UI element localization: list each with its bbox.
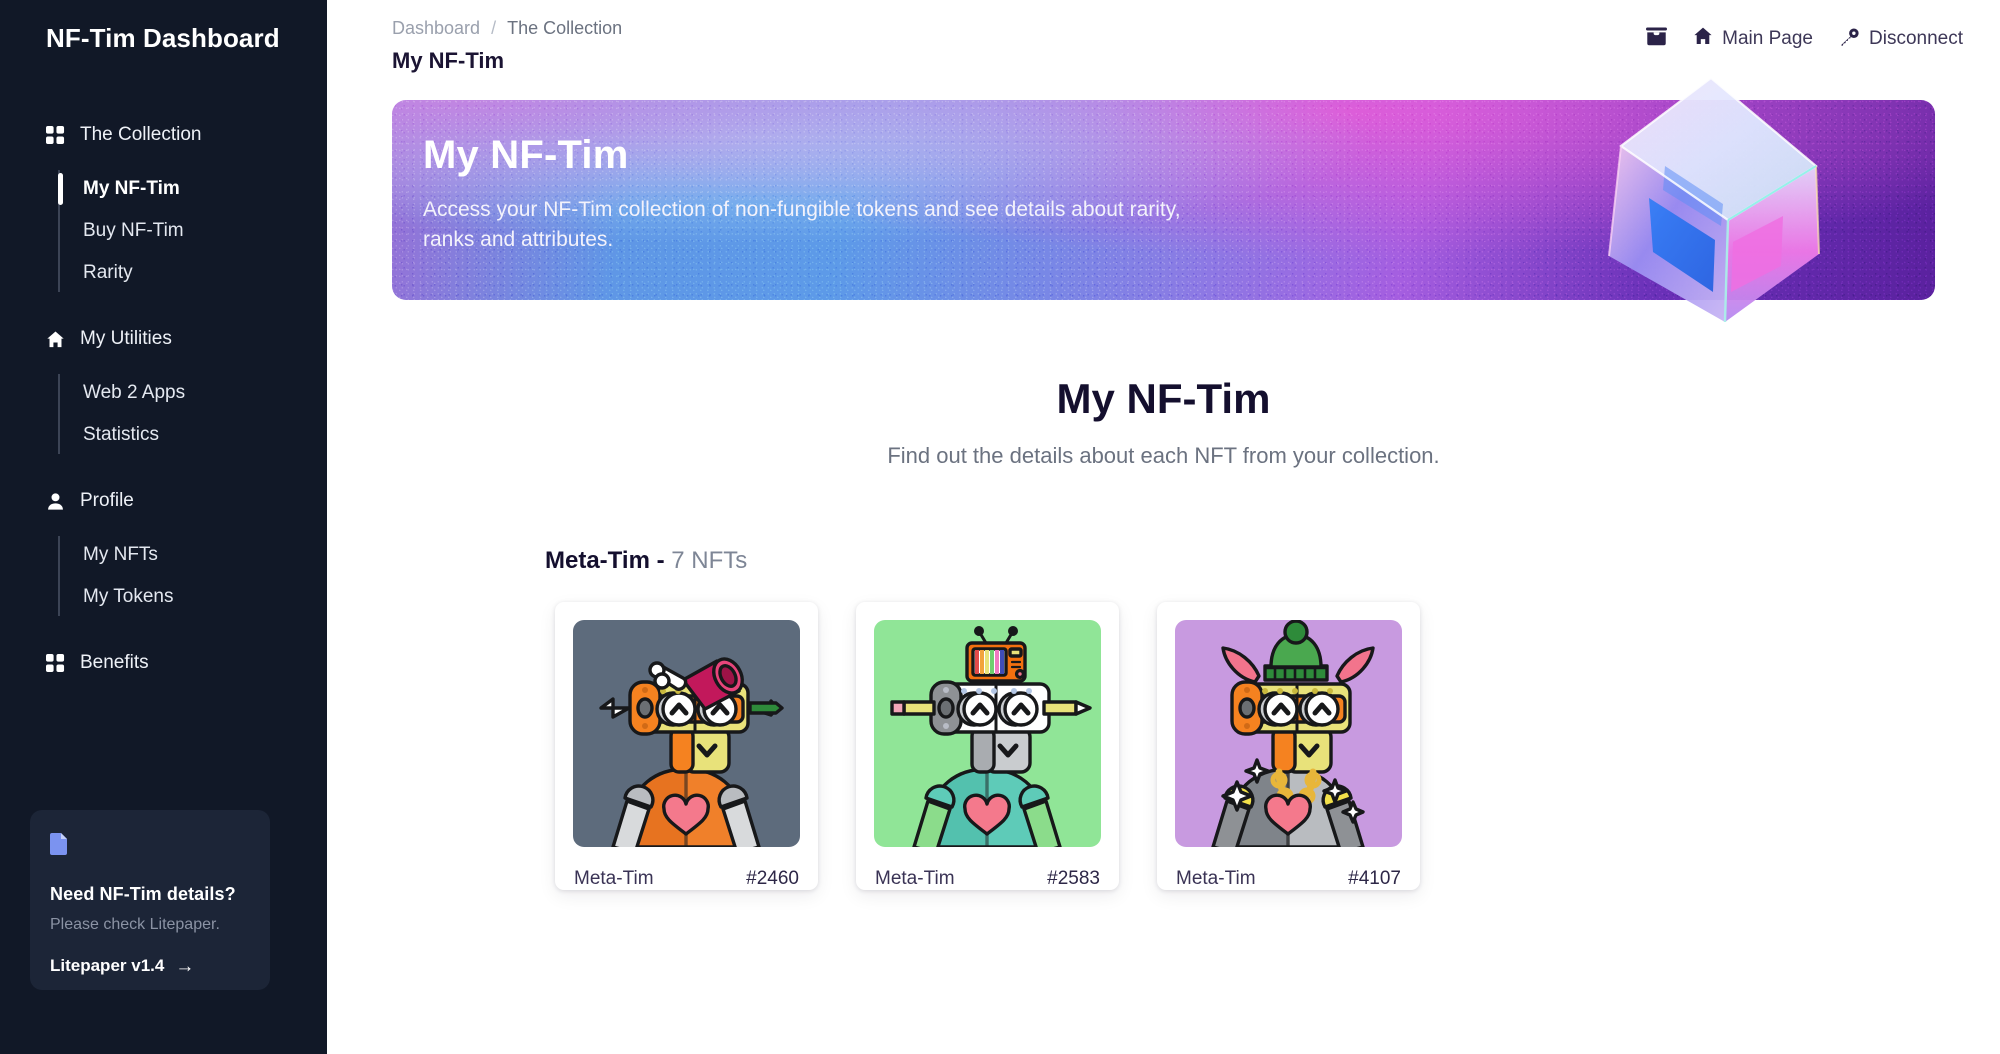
- sidebar-item-the-collection[interactable]: The Collection: [0, 120, 327, 150]
- hero-description: Access your NF-Tim collection of non-fun…: [423, 198, 1181, 252]
- nft-thumbnail: [874, 620, 1101, 847]
- breadcrumb-current[interactable]: The Collection: [507, 18, 622, 39]
- litepaper-subtitle: Please check Litepaper.: [50, 916, 220, 933]
- sidebar-item-my-tokens[interactable]: My Tokens: [83, 576, 327, 618]
- disconnect-label: Disconnect: [1869, 28, 1963, 49]
- section-title: My NF-Tim: [1056, 375, 1271, 422]
- sidebar-subitem-label: Web 2 Apps: [83, 382, 186, 403]
- subnav-the-collection: My NF-Tim Buy NF-Tim Rarity: [0, 168, 327, 294]
- sidebar-subitem-label: My NFTs: [83, 544, 158, 565]
- sidebar-subitem-label: Statistics: [83, 424, 160, 445]
- nft-id: #2583: [1047, 868, 1100, 889]
- home-icon: [1693, 26, 1713, 52]
- key-icon: [1839, 27, 1860, 52]
- litepaper-title: Need NF-Tim details?: [50, 884, 236, 904]
- main-page-button[interactable]: Main Page: [1693, 26, 1813, 52]
- sidebar-item-label: Benefits: [80, 652, 149, 673]
- sidebar-item-my-utilities[interactable]: My Utilities: [0, 324, 327, 354]
- nft-card[interactable]: Meta-Tim #2583: [856, 602, 1119, 890]
- grid-icon: [46, 653, 65, 673]
- litepaper-card[interactable]: Need NF-Tim details? Please check Litepa…: [30, 810, 270, 990]
- sidebar-item-benefits[interactable]: Benefits: [0, 648, 327, 678]
- archive-icon: [1646, 26, 1668, 52]
- breadcrumb-separator: /: [491, 18, 497, 38]
- sidebar-item-web-2-apps[interactable]: Web 2 Apps: [83, 372, 327, 414]
- sidebar-item-profile[interactable]: Profile: [0, 486, 327, 516]
- sidebar-item-label: The Collection: [80, 124, 202, 145]
- nft-card[interactable]: Meta-Tim #4107: [1157, 602, 1420, 890]
- grid-icon: [46, 125, 65, 145]
- subnav-profile: My NFTs My Tokens: [0, 534, 327, 618]
- nft-thumbnail: [573, 620, 800, 847]
- nft-card-footer: Meta-Tim #2460: [573, 847, 800, 890]
- nav-group-profile: Profile My NFTs My Tokens: [0, 486, 327, 618]
- nft-id: #4107: [1348, 868, 1401, 889]
- sidebar-subitem-label: My Tokens: [83, 586, 174, 607]
- subnav-my-utilities: Web 2 Apps Statistics: [0, 372, 327, 456]
- sidebar-item-statistics[interactable]: Statistics: [83, 414, 327, 456]
- nft-card-footer: Meta-Tim #2583: [874, 847, 1101, 890]
- nft-name: Meta-Tim: [875, 868, 955, 889]
- sidebar-nav: The Collection My NF-Tim Buy NF-Tim Rari…: [0, 120, 327, 678]
- brand-title: NF-Tim Dashboard: [46, 23, 280, 53]
- user-icon: [46, 492, 65, 511]
- section-subtitle: Find out the details about each NFT from…: [887, 443, 1440, 468]
- sidebar-item-label: My Utilities: [80, 328, 172, 349]
- nft-name: Meta-Tim: [1176, 868, 1256, 889]
- sidebar-item-label: Profile: [80, 490, 134, 511]
- sidebar-subitem-label: My NF-Tim: [83, 178, 180, 199]
- group-count: 7 NFTs: [671, 547, 748, 574]
- sidebar-item-my-nfts[interactable]: My NFTs: [83, 534, 327, 576]
- sidebar-item-buy-nf-tim[interactable]: Buy NF-Tim: [83, 210, 327, 252]
- main-content: Dashboard / The Collection My NF-Tim Mai…: [327, 0, 2000, 1054]
- document-icon: [50, 833, 250, 860]
- home-icon: [46, 330, 65, 349]
- sidebar-item-my-nf-tim[interactable]: My NF-Tim: [58, 168, 327, 210]
- nft-card[interactable]: Meta-Tim #2460: [555, 602, 818, 890]
- collection-group-heading: Meta-Tim - 7 NFTs: [545, 547, 2000, 575]
- nav-group-the-collection: The Collection My NF-Tim Buy NF-Tim Rari…: [0, 120, 327, 294]
- sidebar-item-rarity[interactable]: Rarity: [83, 252, 327, 294]
- nav-group-my-utilities: My Utilities Web 2 Apps Statistics: [0, 324, 327, 456]
- hero-banner: My NF-Tim Access your NF-Tim collection …: [392, 76, 1935, 323]
- main-page-label: Main Page: [1722, 28, 1813, 49]
- group-name: Meta-Tim -: [545, 547, 665, 574]
- nft-id: #2460: [746, 868, 799, 889]
- nft-name: Meta-Tim: [574, 868, 654, 889]
- disconnect-button[interactable]: Disconnect: [1839, 27, 1963, 52]
- sidebar-subitem-label: Buy NF-Tim: [83, 220, 184, 241]
- glass-cube-icon: [1583, 70, 1843, 330]
- archive-button[interactable]: [1646, 26, 1668, 52]
- litepaper-link-label: Litepaper v1.4: [50, 956, 165, 975]
- breadcrumb-parent[interactable]: Dashboard: [392, 18, 480, 39]
- nft-card-grid: Meta-Tim #2460 Meta-Tim #2583 Meta-Tim #…: [555, 602, 2000, 890]
- litepaper-link[interactable]: Litepaper v1.4 →: [50, 956, 250, 976]
- top-nav: Main Page Disconnect: [1646, 26, 1963, 52]
- arrow-right-icon: →: [175, 955, 195, 977]
- sidebar: NF-Tim Dashboard The Collection My NF-Ti…: [0, 0, 327, 1054]
- nft-thumbnail: [1175, 620, 1402, 847]
- nav-group-benefits: Benefits: [0, 648, 327, 678]
- nft-card-footer: Meta-Tim #4107: [1175, 847, 1402, 890]
- sidebar-subitem-label: Rarity: [83, 262, 133, 283]
